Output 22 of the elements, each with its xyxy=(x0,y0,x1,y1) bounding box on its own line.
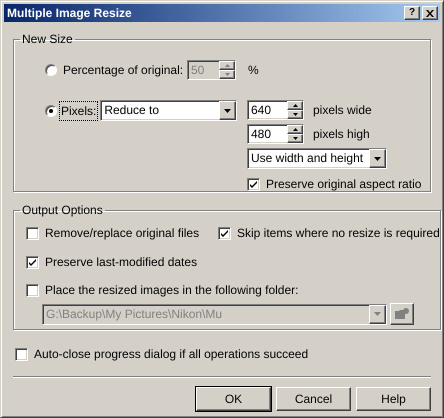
mode-dropdown[interactable]: Reduce to xyxy=(100,100,238,121)
option-label: Preserve original aspect ratio xyxy=(266,176,422,193)
width-field[interactable]: 640 xyxy=(247,100,304,120)
group-title: Output Options xyxy=(21,202,104,219)
dialog-button[interactable]: Help xyxy=(356,387,431,411)
field-label: pixels high xyxy=(313,126,370,143)
option-label: Skip items where no resize is required xyxy=(237,225,440,242)
option-label: Pixels: xyxy=(60,102,98,120)
dialog-button[interactable]: Cancel xyxy=(276,387,351,411)
help-button[interactable]: ? xyxy=(404,6,420,20)
height-field[interactable]: 480 xyxy=(247,124,304,144)
option-label: Remove/replace original files xyxy=(45,225,200,242)
group-title: New Size xyxy=(21,31,74,48)
option-label: Preserve last-modified dates xyxy=(45,254,198,271)
option-label: Percentage of original: xyxy=(63,62,184,79)
option-label: Place the resized images in the following folder: xyxy=(45,282,298,299)
unit-label: % xyxy=(248,62,259,79)
field-label: pixels wide xyxy=(313,102,372,119)
constraint-dropdown[interactable]: Use width and height xyxy=(247,148,387,169)
dialog-button[interactable]: OK xyxy=(196,387,271,411)
option-label: Auto-close progress dialog if all operations succeed xyxy=(34,346,308,363)
window-title: Multiple Image Resize xyxy=(7,5,133,22)
